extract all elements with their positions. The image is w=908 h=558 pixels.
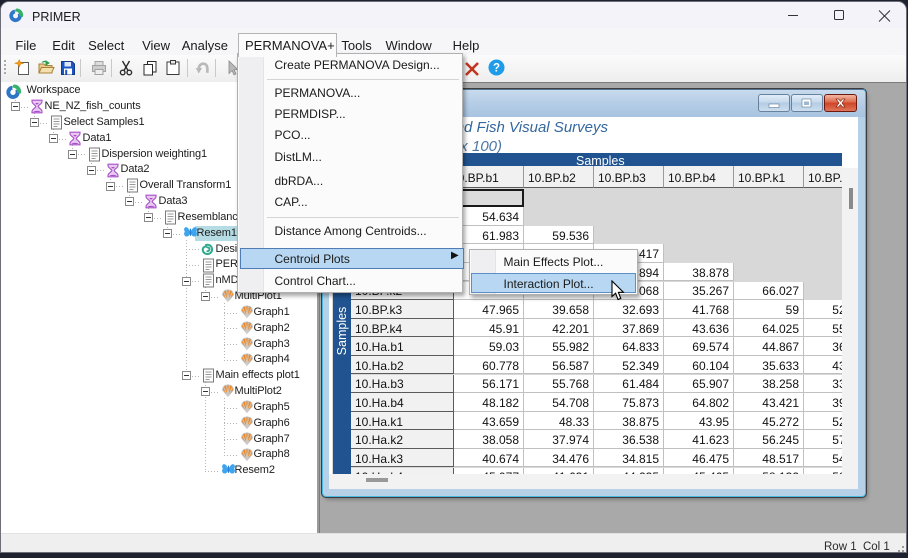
svg-text:?: ? <box>493 63 500 75</box>
